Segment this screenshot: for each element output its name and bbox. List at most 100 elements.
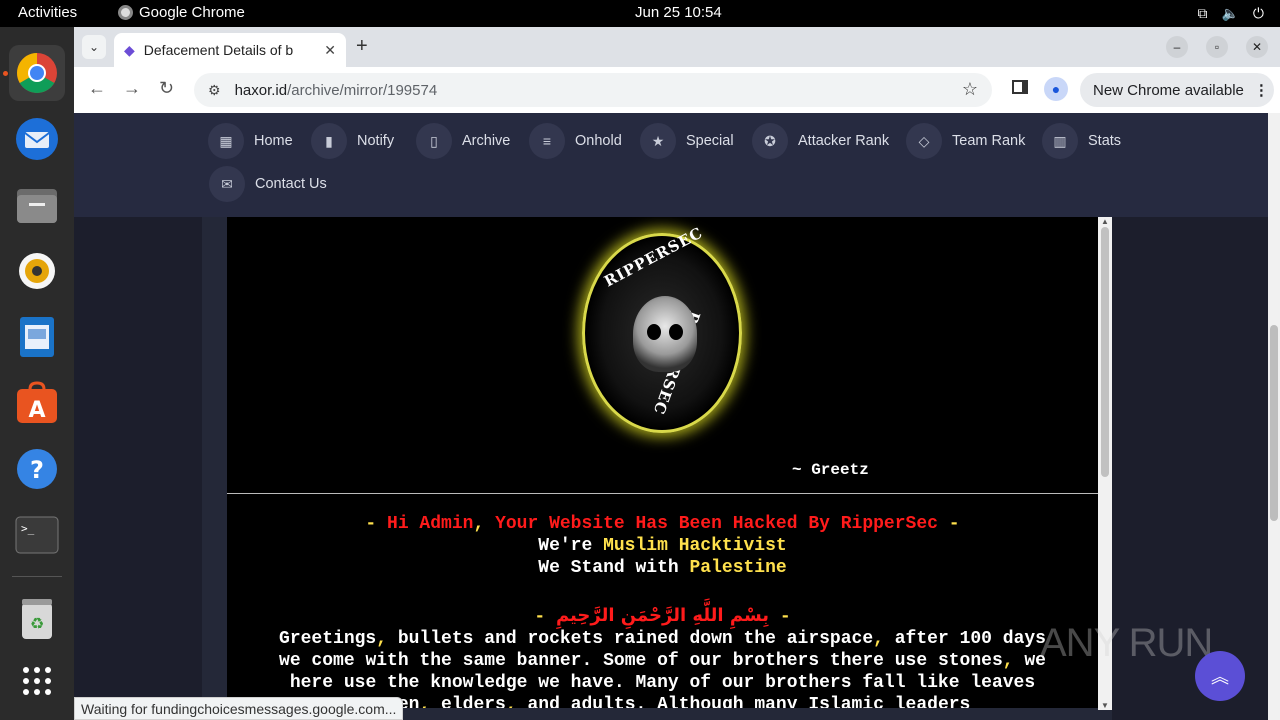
highlight: Palestine (689, 558, 787, 578)
page-scroll-thumb[interactable] (1270, 325, 1278, 521)
message-line-3: We Stand with Palestine (227, 557, 1098, 579)
nav-notify[interactable]: ▮ Notify (311, 123, 394, 159)
nav-team-rank[interactable]: ◇ Team Rank (906, 123, 1025, 159)
text: bullets and rockets rained down the airs… (387, 629, 874, 649)
reload-icon: ↻ (159, 78, 175, 98)
writer-icon (20, 317, 54, 357)
system-tray[interactable]: ⧉ 🔈 ⏻ (1197, 5, 1264, 22)
thunderbird-icon (16, 118, 58, 160)
new-tab-button[interactable]: + (356, 35, 368, 58)
nav-archive[interactable]: ▯ Archive (416, 123, 510, 159)
comma: , (376, 629, 388, 649)
rippersec-logo: RIPPERSEC RIPPERSEC (582, 223, 742, 433)
dash: - (937, 514, 960, 534)
text: We're (538, 536, 604, 556)
browser-window: ⌄ ◆ Defacement Details of b ✕ + – ▫ ✕ ← … (74, 27, 1280, 720)
activities-button[interactable]: Activities (18, 4, 77, 21)
archive-icon: ▯ (416, 123, 452, 159)
svg-text:?: ? (30, 456, 44, 484)
nav-special[interactable]: ★ Special (640, 123, 734, 159)
nav-onhold[interactable]: ≡ Onhold (529, 123, 622, 159)
back-button[interactable]: ← (88, 78, 106, 99)
nav-label: Contact Us (255, 176, 327, 192)
badge-icon: ✪ (752, 123, 788, 159)
side-panel-icon[interactable] (1012, 80, 1028, 94)
kebab-menu-icon[interactable]: ⋮ (1254, 81, 1269, 99)
dock-separator (12, 576, 62, 577)
shield-star-icon: ★ (640, 123, 676, 159)
site-navigation: ▦ Home ▮ Notify ▯ Archive ≡ Onhold ★ Spe… (74, 113, 1268, 217)
text: Greetings (279, 629, 377, 649)
hacked-by: Your Website Has Been Hacked By RipperSe… (484, 514, 938, 534)
nav-label: Archive (462, 133, 511, 149)
svg-text:♻: ♻ (30, 614, 44, 633)
site-favicon-icon: ◆ (124, 41, 135, 58)
close-window-button[interactable]: ✕ (1246, 36, 1268, 58)
scroll-up-icon[interactable]: ▲ (1101, 217, 1109, 226)
home-icon: ▦ (208, 123, 244, 159)
app-grid-button[interactable] (9, 653, 65, 709)
scroll-to-top-button[interactable]: ︽ (1195, 651, 1245, 701)
bookmark-icon: ▮ (311, 123, 347, 159)
tab-search-button[interactable]: ⌄ (82, 35, 106, 59)
skull-eye (669, 324, 683, 340)
update-label: New Chrome available (1093, 81, 1244, 99)
scroll-down-icon[interactable]: ▼ (1101, 701, 1109, 710)
comma: , (1002, 651, 1014, 671)
reload-button[interactable]: ↻ (159, 78, 174, 99)
app-menu[interactable]: Google Chrome (118, 4, 245, 21)
writer-launcher[interactable] (9, 309, 65, 365)
text: we come with the same banner. Some of ou… (279, 651, 1003, 671)
minimize-button[interactable]: – (1166, 36, 1188, 58)
page-viewport: ▦ Home ▮ Notify ▯ Archive ≡ Onhold ★ Spe… (74, 113, 1280, 720)
trash-launcher[interactable]: ♻ (9, 591, 65, 647)
nav-label: Onhold (575, 133, 622, 149)
nav-contact-us[interactable]: ✉ Contact Us (209, 166, 327, 202)
network-icon: ⧉ (1197, 5, 1208, 21)
rhythmbox-launcher[interactable] (9, 243, 65, 299)
maximize-button[interactable]: ▫ (1206, 36, 1228, 58)
thunderbird-launcher[interactable] (9, 111, 65, 167)
nav-attacker-rank[interactable]: ✪ Attacker Rank (752, 123, 889, 159)
message-line-1: - Hi Admin, Your Website Has Been Hacked… (227, 513, 1098, 535)
chrome-update-button[interactable]: New Chrome available ⋮ (1080, 73, 1274, 107)
files-launcher[interactable] (9, 177, 65, 233)
app-name: Google Chrome (139, 4, 245, 21)
terminal-launcher[interactable]: >_ (9, 507, 65, 563)
url-path: /archive/mirror/199574 (287, 81, 438, 99)
app-center-launcher[interactable]: A (9, 375, 65, 431)
nav-stats[interactable]: ▥ Stats (1042, 123, 1121, 159)
tab-close-icon[interactable]: ✕ (324, 42, 336, 59)
mail-icon: ✉ (209, 166, 245, 202)
site-info-icon[interactable]: ⚙ (208, 82, 221, 99)
app-center-icon: A (17, 381, 57, 423)
message-line-2: We're Muslim Hacktivist (227, 535, 1098, 557)
terminal-icon: >_ (15, 516, 59, 554)
text: and adults. Although many Islamic leader… (516, 695, 971, 708)
clock[interactable]: Jun 25 10:54 (635, 4, 722, 21)
power-icon: ⏻ (1252, 5, 1264, 21)
tab-active[interactable]: ◆ Defacement Details of b ✕ (114, 33, 346, 67)
nav-label: Stats (1088, 133, 1122, 149)
forward-button[interactable]: → (123, 78, 141, 99)
nav-label: Special (686, 133, 734, 149)
help-launcher[interactable]: ? (9, 441, 65, 497)
chrome-icon (118, 5, 133, 20)
chevron-down-icon: ⌄ (88, 40, 100, 54)
system-top-bar: Activities Google Chrome Jun 25 10:54 ⧉ … (0, 0, 1280, 27)
mirror-frame[interactable]: RIPPERSEC RIPPERSEC ~ Greetz - Hi Admin,… (227, 217, 1098, 708)
svg-text:A: A (28, 398, 45, 423)
address-bar[interactable]: ⚙ haxor.id/archive/mirror/199574 ☆ (194, 73, 992, 107)
highlight: Muslim Hacktivist (603, 536, 787, 556)
dash: - (365, 514, 388, 534)
document-icon: ≡ (529, 123, 565, 159)
help-icon: ? (17, 449, 57, 489)
chrome-launcher[interactable] (9, 45, 65, 101)
bookmark-star-icon[interactable]: ☆ (962, 79, 978, 100)
nav-home[interactable]: ▦ Home (208, 123, 293, 159)
hi-admin: Hi Admin (387, 514, 474, 534)
skull-icon (633, 296, 697, 372)
profile-avatar[interactable]: ● (1044, 77, 1068, 101)
page-scrollbar[interactable] (1268, 113, 1280, 720)
frame-scroll-thumb[interactable] (1101, 227, 1109, 477)
